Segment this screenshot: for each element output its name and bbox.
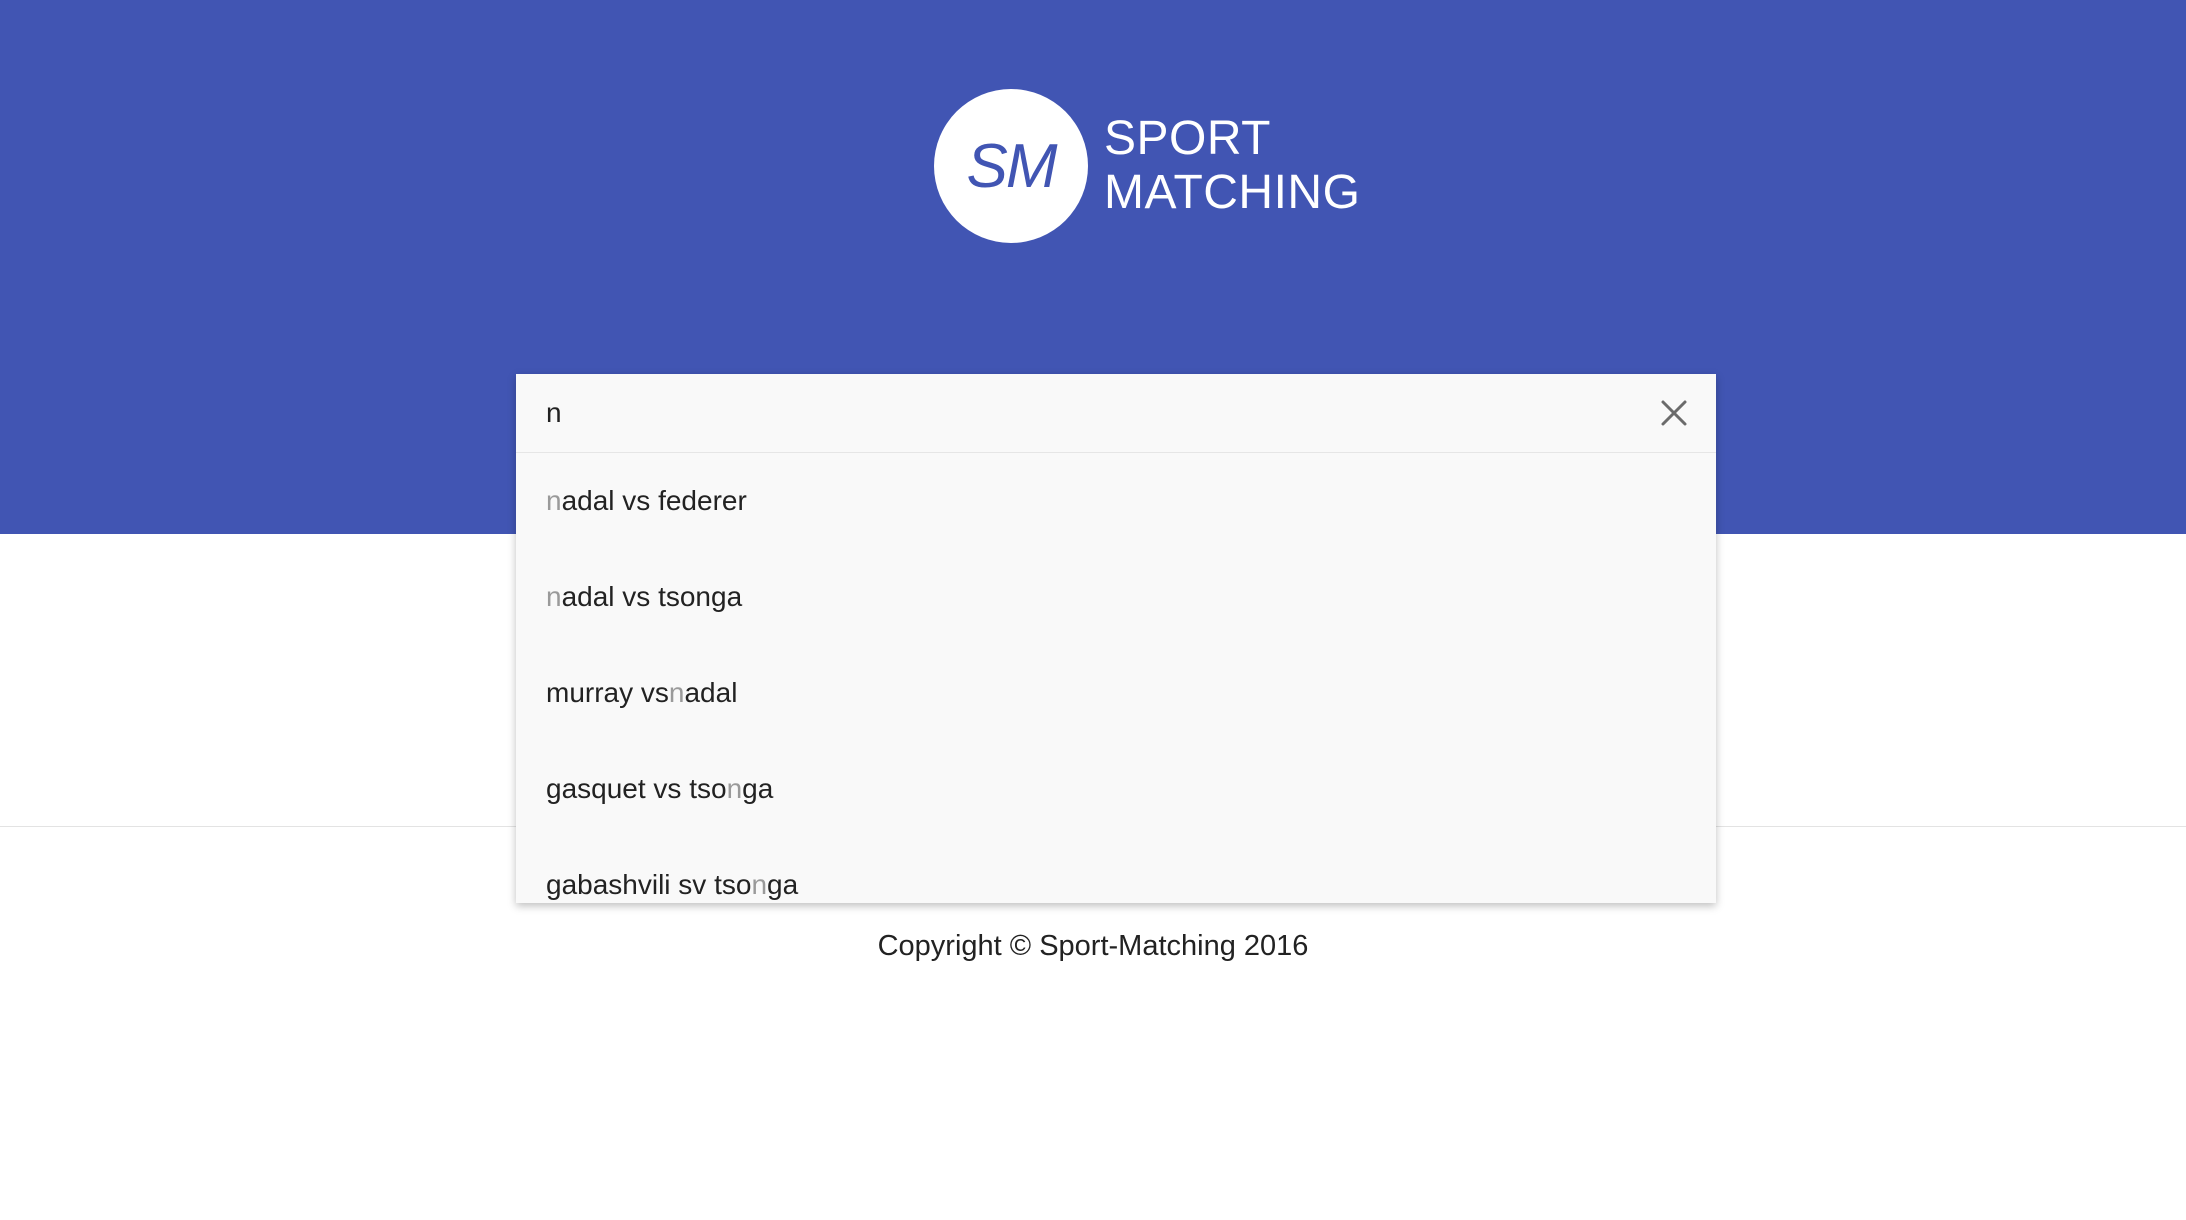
suggestion-match: n [668, 677, 685, 708]
suggestion-item[interactable]: gabashvili sv tso n ga [516, 837, 1716, 903]
suggestion-item[interactable]: murray vs n adal [516, 645, 1716, 741]
suggestion-text-after: adal vs federer [561, 485, 747, 516]
suggestion-text-after: adal [684, 677, 738, 708]
search-input[interactable] [546, 374, 1626, 452]
suggestion-match: n [726, 773, 743, 804]
logo-monogram: SM [966, 131, 1058, 201]
suggestion-text-after: ga [742, 773, 774, 804]
logo-badge: SM [934, 89, 1088, 243]
suggestion-item[interactable]: n adal vs federer [516, 453, 1716, 549]
footer-copyright: Copyright © Sport-Matching 2016 [877, 930, 1309, 962]
suggestion-match: n [751, 869, 768, 900]
suggestion-item[interactable]: gasquet vs tso n ga [516, 741, 1716, 837]
close-icon [1661, 400, 1687, 426]
suggestion-list: n adal vs federer n adal vs tsonga murray … [516, 453, 1716, 903]
clear-search-button[interactable] [1654, 393, 1694, 433]
suggestion-text-after: adal vs tsonga [561, 581, 743, 612]
logo-line-1: SPORT [1104, 112, 1271, 165]
suggestion-text-before: gabashvili sv tso [546, 869, 752, 900]
logo-line-2: MATCHING [1104, 166, 1361, 219]
search-autocomplete: nadal vs federer nadal vs tsonga murray … [516, 374, 1716, 903]
suggestion-text-before: murray vs [546, 677, 669, 708]
logo-wordmark: SPORT MATCHING [1104, 112, 1360, 220]
suggestion-match: n [546, 485, 562, 516]
search-bar [516, 374, 1716, 453]
suggestion-item[interactable]: n adal vs tsonga [516, 549, 1716, 645]
suggestion-text-before: gasquet vs tso [546, 773, 727, 804]
suggestion-match: n [546, 581, 562, 612]
suggestion-text-after: ga [767, 869, 799, 900]
logo[interactable]: SM SPORT MATCHING [934, 89, 1360, 243]
